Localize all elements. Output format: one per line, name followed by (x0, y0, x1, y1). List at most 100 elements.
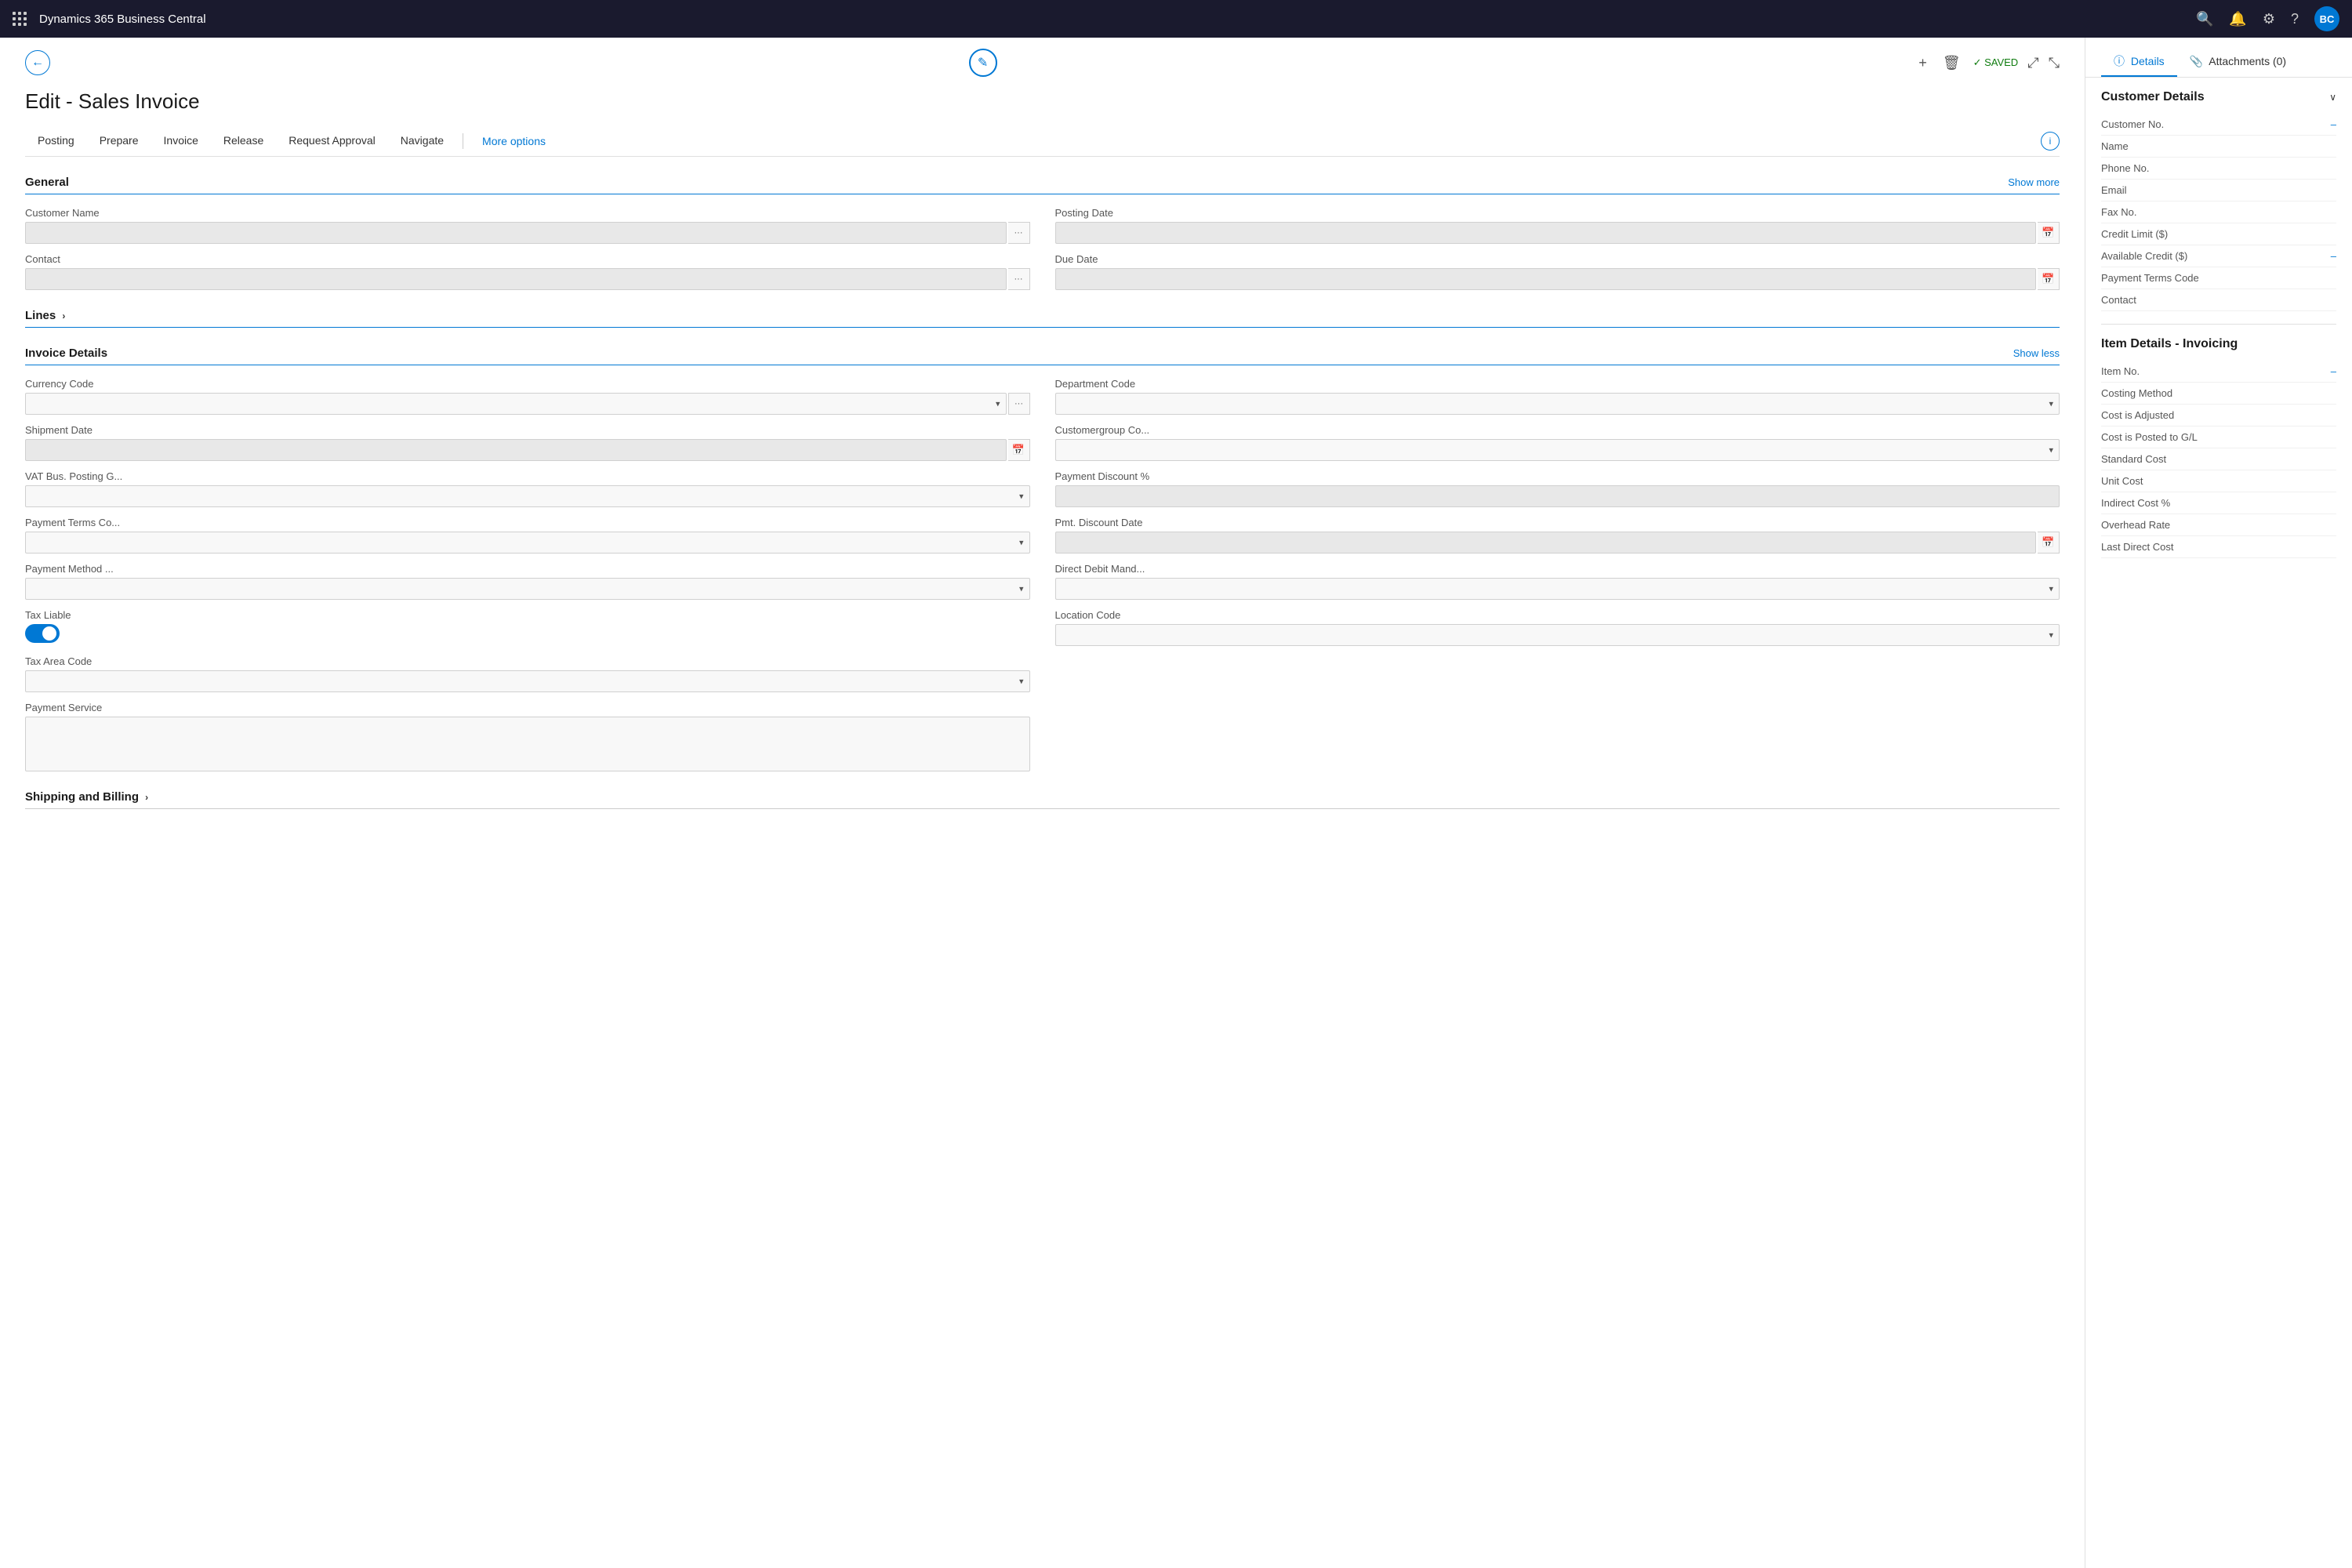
currency-code-select[interactable] (25, 393, 1007, 415)
invoice-details-header: Invoice Details Show less (25, 347, 2060, 365)
customer-name-input[interactable] (25, 222, 1007, 244)
bell-icon[interactable]: 🔔 (2229, 11, 2246, 27)
tab-prepare[interactable]: Prepare (87, 126, 151, 156)
payment-method-select[interactable] (25, 578, 1030, 600)
payment-discount-label: Payment Discount % (1055, 470, 2060, 482)
edit-button[interactable]: ✎ (969, 49, 997, 77)
last-direct-cost-label: Last Direct Cost (2101, 541, 2173, 553)
due-date-calendar[interactable]: 📅 (2038, 268, 2060, 290)
gear-icon[interactable]: ⚙ (2263, 11, 2275, 27)
back-button[interactable]: ← (25, 50, 50, 75)
lines-title[interactable]: Lines › (25, 309, 65, 322)
shipment-date-calendar[interactable]: 📅 (1008, 439, 1030, 461)
posting-date-input[interactable] (1055, 222, 2037, 244)
payment-terms-wrap (25, 532, 1030, 554)
tab-request-approval[interactable]: Request Approval (276, 126, 388, 156)
tax-liable-label: Tax Liable (25, 609, 1030, 621)
unit-cost-row: Unit Cost (2101, 470, 2336, 492)
payment-service-textarea[interactable] (25, 717, 1030, 771)
pmt-discount-date-field: Pmt. Discount Date 📅 (1055, 517, 2060, 554)
customer-name-input-wrap: ··· (25, 222, 1030, 244)
tax-area-code-select[interactable] (25, 670, 1030, 692)
app-title: Dynamics 365 Business Central (39, 13, 2183, 26)
pmt-discount-date-label: Pmt. Discount Date (1055, 517, 2060, 528)
apps-icon[interactable] (13, 12, 27, 26)
pmt-discount-date-input[interactable] (1055, 532, 2037, 554)
info-button[interactable]: i (2041, 132, 2060, 151)
shipment-date-input[interactable] (25, 439, 1007, 461)
tax-area-code-label: Tax Area Code (25, 655, 1030, 667)
shipment-date-field: Shipment Date 📅 (25, 424, 1030, 461)
location-code-select[interactable] (1055, 624, 2060, 646)
shipping-title[interactable]: Shipping and Billing › (25, 790, 148, 804)
tab-attachments[interactable]: 📎 Attachments (0) (2177, 49, 2299, 76)
customergroup-select[interactable] (1055, 439, 2060, 461)
contact-btn[interactable]: ··· (1008, 268, 1030, 290)
topbar-icons: 🔍 🔔 ⚙ ? BC (2196, 6, 2339, 31)
collapse-button[interactable]: ⤡ (2049, 55, 2060, 71)
more-options-tab[interactable]: More options (470, 127, 558, 155)
right-tabs: ⓘ Details 📎 Attachments (0) (2085, 38, 2352, 78)
right-panel-content: Customer Details ∨ Customer No. – Name P… (2085, 78, 2352, 571)
posting-date-label: Posting Date (1055, 207, 2060, 219)
tax-liable-toggle[interactable] (25, 624, 60, 643)
pmt-discount-date-calendar[interactable]: 📅 (2038, 532, 2060, 554)
shipping-header: Shipping and Billing › (25, 790, 2060, 809)
delete-button[interactable]: 🗑 (1943, 55, 1961, 71)
expand-button[interactable]: ⤢ (2027, 55, 2038, 71)
tab-invoice[interactable]: Invoice (151, 126, 211, 156)
user-avatar[interactable]: BC (2314, 6, 2339, 31)
shipment-date-wrap: 📅 (25, 439, 1030, 461)
email-row: Email (2101, 180, 2336, 201)
direct-debit-wrap (1055, 578, 2060, 600)
tax-liable-field: Tax Liable (25, 609, 1030, 646)
email-label: Email (2101, 184, 2127, 196)
cost-adjusted-row: Cost is Adjusted (2101, 405, 2336, 426)
posting-date-calendar[interactable]: 📅 (2038, 222, 2060, 244)
currency-code-select-wrap (25, 393, 1007, 415)
tab-release[interactable]: Release (211, 126, 276, 156)
customer-no-value[interactable]: – (2331, 118, 2336, 130)
currency-code-btn[interactable]: ··· (1008, 393, 1030, 415)
customer-details-chevron[interactable]: ∨ (2329, 92, 2336, 103)
payment-discount-input[interactable] (1055, 485, 2060, 507)
tab-posting[interactable]: Posting (25, 126, 87, 156)
phone-no-label: Phone No. (2101, 162, 2149, 174)
due-date-input[interactable] (1055, 268, 2037, 290)
item-no-value[interactable]: – (2331, 365, 2336, 377)
tab-navigate[interactable]: Navigate (388, 126, 456, 156)
customer-no-label: Customer No. (2101, 118, 2164, 130)
contact-input[interactable] (25, 268, 1007, 290)
tab-details[interactable]: ⓘ Details (2101, 47, 2177, 77)
contact-detail-label: Contact (2101, 294, 2136, 306)
empty-cell (1055, 655, 2060, 692)
contact-input-wrap: ··· (25, 268, 1030, 290)
costing-method-label: Costing Method (2101, 387, 2172, 399)
show-more-button[interactable]: Show more (2008, 176, 2060, 188)
show-less-button[interactable]: Show less (2013, 347, 2060, 359)
direct-debit-select[interactable] (1055, 578, 2060, 600)
customer-name-btn[interactable]: ··· (1008, 222, 1030, 244)
cost-adjusted-label: Cost is Adjusted (2101, 409, 2174, 421)
payment-method-label: Payment Method ... (25, 563, 1030, 575)
vat-bus-posting-select[interactable] (25, 485, 1030, 507)
costing-method-row: Costing Method (2101, 383, 2336, 405)
last-direct-cost-row: Last Direct Cost (2101, 536, 2336, 558)
posting-date-field: Posting Date 📅 (1055, 207, 2060, 244)
help-icon[interactable]: ? (2291, 11, 2299, 27)
available-credit-value[interactable]: – (2331, 250, 2336, 262)
search-icon[interactable]: 🔍 (2196, 11, 2213, 27)
shipment-date-label: Shipment Date (25, 424, 1030, 436)
payment-terms-select[interactable] (25, 532, 1030, 554)
payment-terms-code-row: Payment Terms Code (2101, 267, 2336, 289)
lines-chevron: › (62, 310, 65, 321)
cost-posted-row: Cost is Posted to G/L (2101, 426, 2336, 448)
item-details-title: Item Details - Invoicing (2101, 337, 2336, 351)
nav-tabs: Posting Prepare Invoice Release Request … (25, 126, 2060, 157)
vat-bus-posting-field: VAT Bus. Posting G... (25, 470, 1030, 507)
phone-no-row: Phone No. (2101, 158, 2336, 180)
available-credit-row: Available Credit ($) – (2101, 245, 2336, 267)
department-code-select[interactable] (1055, 393, 2060, 415)
add-button[interactable]: + (1918, 55, 1927, 71)
vat-bus-posting-label: VAT Bus. Posting G... (25, 470, 1030, 482)
